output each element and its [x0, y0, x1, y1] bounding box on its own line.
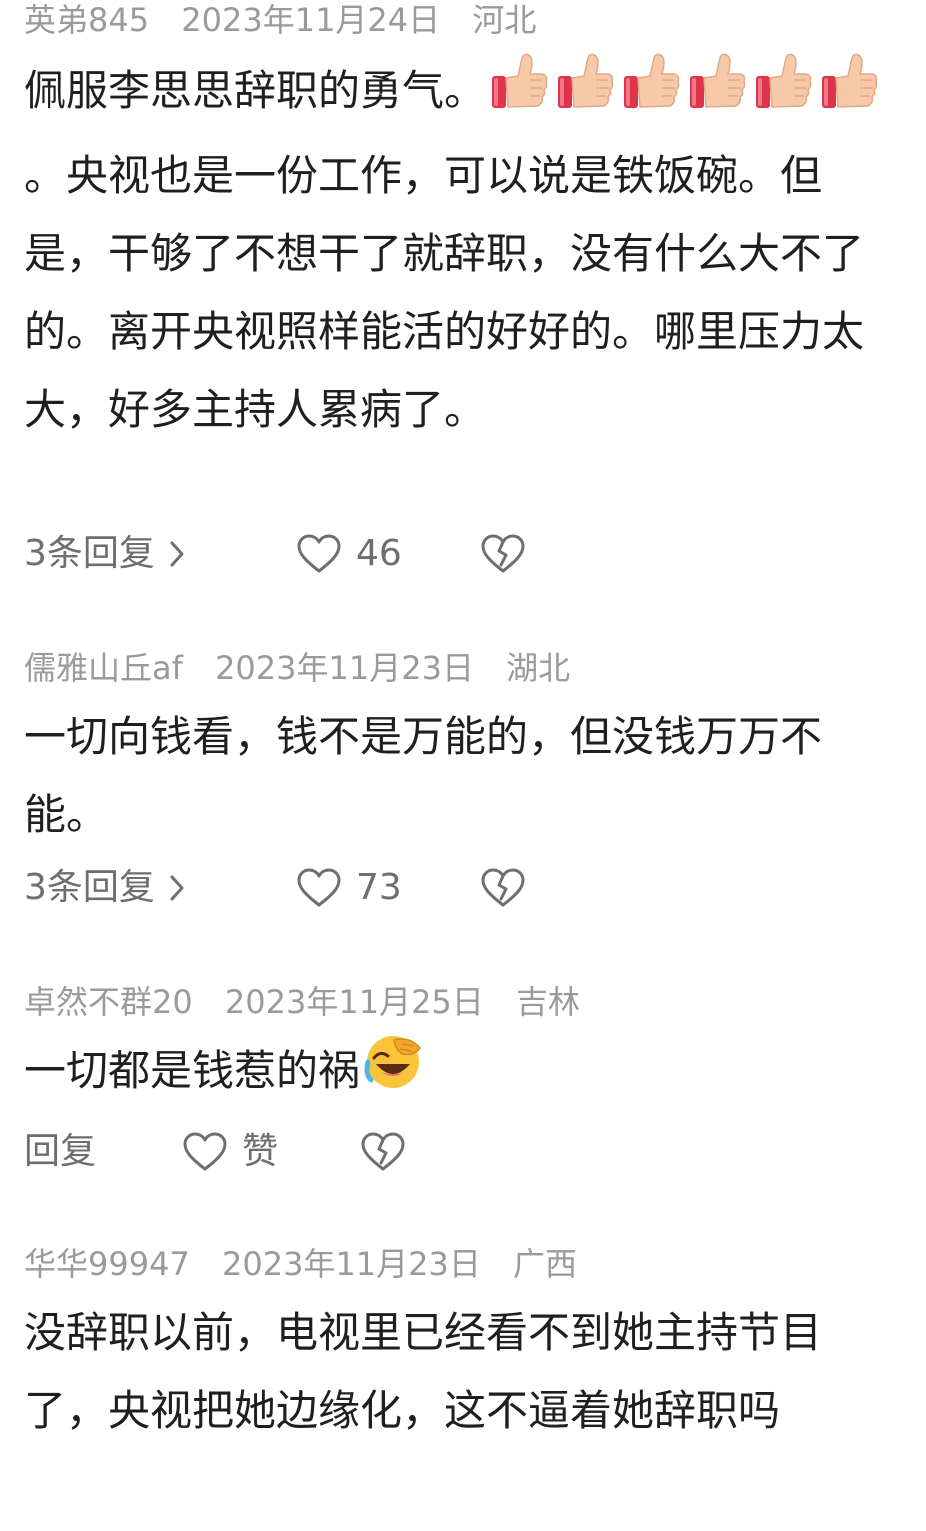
comment-location: 吉林 [515, 983, 580, 1021]
thumbs-up-emoji-icon [818, 50, 880, 137]
username[interactable]: 儒雅山丘af [24, 649, 183, 687]
comment-meta: 华华99947 2023年11月23日 广西 [24, 1244, 904, 1284]
comment-text-part: 佩服李思思辞职的勇气。 [24, 66, 487, 115]
comment-text: 一切向钱看，钱不是万能的，但没钱万万不能。 [24, 712, 823, 839]
comment-meta: 儒雅山丘af 2023年11月23日 湖北 [24, 648, 904, 688]
heart-icon [296, 533, 342, 575]
comment-text: 一切都是钱惹的祸 [24, 1032, 884, 1115]
dislike-button[interactable] [480, 530, 526, 578]
broken-heart-icon [480, 867, 526, 909]
username[interactable]: 华华99947 [24, 1245, 190, 1283]
comment-location: 湖北 [506, 649, 571, 687]
thumbs-up-emoji-row [486, 53, 882, 115]
laughing-face-emoji-icon [362, 1032, 424, 1115]
thumbs-up-emoji-icon [686, 50, 748, 137]
thumbs-up-emoji-icon [488, 50, 550, 137]
comment-date: 2023年11月23日 [215, 649, 474, 687]
comment-text: 佩服李思思辞职的勇气。。央视也是一份工作，可以说是铁饭碗。但是，干够了不想干了就… [24, 50, 884, 449]
replies-count: 3条回复 [24, 867, 155, 908]
comment-item: 英弟845 2023年11月24日 河北 佩服李思思辞职的勇气。。央视也是一份工… [24, 0, 904, 574]
broken-heart-icon [480, 533, 526, 575]
comment-text-part: 。央视也是一份工作，可以说是铁饭碗。但是，干够了不想干了就辞职，没有什么大不了的… [24, 151, 865, 434]
chevron-right-icon [167, 873, 187, 903]
reply-label: 回复 [24, 1131, 97, 1172]
comment-item: 华华99947 2023年11月23日 广西 没辞职以前，电视里已经看不到她主持… [24, 1244, 904, 1450]
like-count: 73 [356, 867, 402, 908]
heart-icon [296, 867, 342, 909]
username[interactable]: 卓然不群20 [24, 983, 193, 1021]
comment-location: 广西 [513, 1245, 578, 1283]
broken-heart-icon [360, 1131, 406, 1173]
comment-date: 2023年11月25日 [224, 983, 484, 1021]
replies-link[interactable]: 3条回复 [24, 864, 187, 912]
like-count: 46 [356, 533, 402, 574]
comment-item: 卓然不群20 2023年11月25日 吉林 一切都是钱惹的祸 回复 赞 [24, 982, 904, 1172]
comment-date: 2023年11月24日 [181, 1, 441, 39]
dislike-button[interactable] [360, 1128, 406, 1176]
heart-icon [182, 1131, 228, 1173]
replies-link[interactable]: 3条回复 [24, 530, 187, 578]
thumbs-up-emoji-icon [752, 50, 814, 137]
dislike-button[interactable] [480, 864, 526, 912]
like-button[interactable]: 赞 [182, 1128, 278, 1176]
comment-actions: 回复 赞 [24, 1128, 904, 1176]
comment-text: 没辞职以前，电视里已经看不到她主持节目了，央视把她边缘化，这不逼着她辞职吗 [24, 1308, 823, 1435]
comment-actions: 3条回复 73 [24, 864, 904, 912]
comment-text-part: 一切都是钱惹的祸 [24, 1046, 361, 1095]
comment-location: 河北 [472, 1, 537, 39]
like-button[interactable]: 73 [296, 864, 402, 912]
comment-meta: 英弟845 2023年11月24日 河北 [24, 0, 904, 40]
comment-item: 儒雅山丘af 2023年11月23日 湖北 一切向钱看，钱不是万能的，但没钱万万… [24, 648, 904, 908]
chevron-right-icon [167, 539, 187, 569]
username[interactable]: 英弟845 [24, 1, 149, 39]
thumbs-up-emoji-icon [554, 50, 616, 137]
comment-actions: 3条回复 46 [24, 530, 904, 578]
thumbs-up-emoji-icon [620, 50, 682, 137]
comment-date: 2023年11月23日 [221, 1245, 481, 1283]
comment-meta: 卓然不群20 2023年11月25日 吉林 [24, 982, 904, 1022]
like-button[interactable]: 46 [296, 530, 402, 578]
like-label: 赞 [242, 1131, 279, 1172]
reply-button[interactable]: 回复 [24, 1128, 96, 1176]
replies-count: 3条回复 [24, 533, 155, 574]
